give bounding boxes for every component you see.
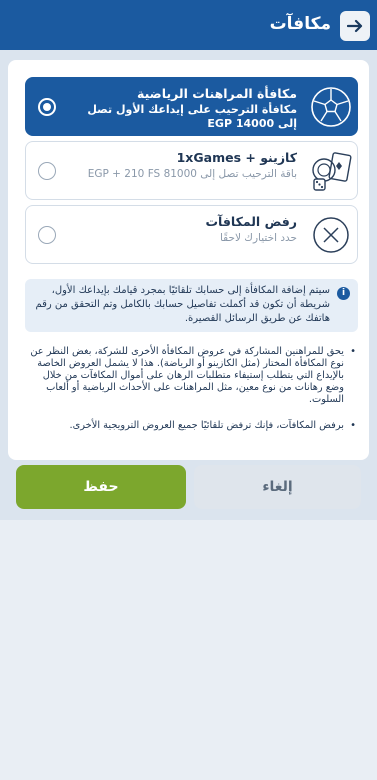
radio-sports-bonus[interactable] <box>38 98 56 116</box>
page-title: مكافآت <box>269 14 331 34</box>
radio-decline-bonus[interactable] <box>38 226 56 244</box>
casino-chips-icon <box>305 142 357 199</box>
option-title: مكافأة المراهنات الرياضية <box>136 86 297 101</box>
football-icon <box>305 78 357 135</box>
terms-item: برفض المكافآت، فإنك ترفض تلقائيًا جميع ا… <box>25 420 358 432</box>
option-text: رفض المكافآت حدد اختيارك لاحقًا <box>66 214 297 245</box>
info-box: i سيتم إضافة المكافأة إلى حسابك تلقائيًا… <box>25 279 358 332</box>
option-subtitle: حدد اختيارك لاحقًا <box>219 232 297 244</box>
option-subtitle: مكافأة الترحيب على إيداعك الأول تصل إلى … <box>87 103 297 130</box>
terms-item: يحق للمراهنين المشاركة في عروض المكافأة … <box>25 346 358 406</box>
option-casino-bonus[interactable]: كازينو + 1xGames باقة الترحيب تصل إلى 81… <box>25 141 358 200</box>
info-text: سيتم إضافة المكافأة إلى حسابك تلقائيًا ب… <box>35 285 330 324</box>
header: مكافآت <box>0 0 377 50</box>
close-circle-icon <box>305 206 357 263</box>
back-button[interactable] <box>340 11 370 41</box>
option-text: كازينو + 1xGames باقة الترحيب تصل إلى 81… <box>66 150 297 181</box>
option-text: مكافأة المراهنات الرياضية مكافأة الترحيب… <box>66 86 297 131</box>
option-subtitle: باقة الترحيب تصل إلى 81000 EGP + 210 FS <box>87 168 297 180</box>
option-title: كازينو + 1xGames <box>176 150 297 165</box>
option-title: رفض المكافآت <box>205 214 297 229</box>
cancel-button[interactable]: إلغاء <box>194 465 361 509</box>
radio-casino-bonus[interactable] <box>38 162 56 180</box>
save-button[interactable]: حفظ <box>16 465 186 509</box>
terms-list: يحق للمراهنين المشاركة في عروض المكافأة … <box>25 346 358 432</box>
arrow-right-icon <box>347 19 363 33</box>
option-decline-bonus[interactable]: رفض المكافآت حدد اختيارك لاحقًا <box>25 205 358 264</box>
info-icon: i <box>337 287 350 300</box>
option-sports-bonus[interactable]: مكافأة المراهنات الرياضية مكافأة الترحيب… <box>25 77 358 136</box>
empty-area <box>0 520 377 780</box>
